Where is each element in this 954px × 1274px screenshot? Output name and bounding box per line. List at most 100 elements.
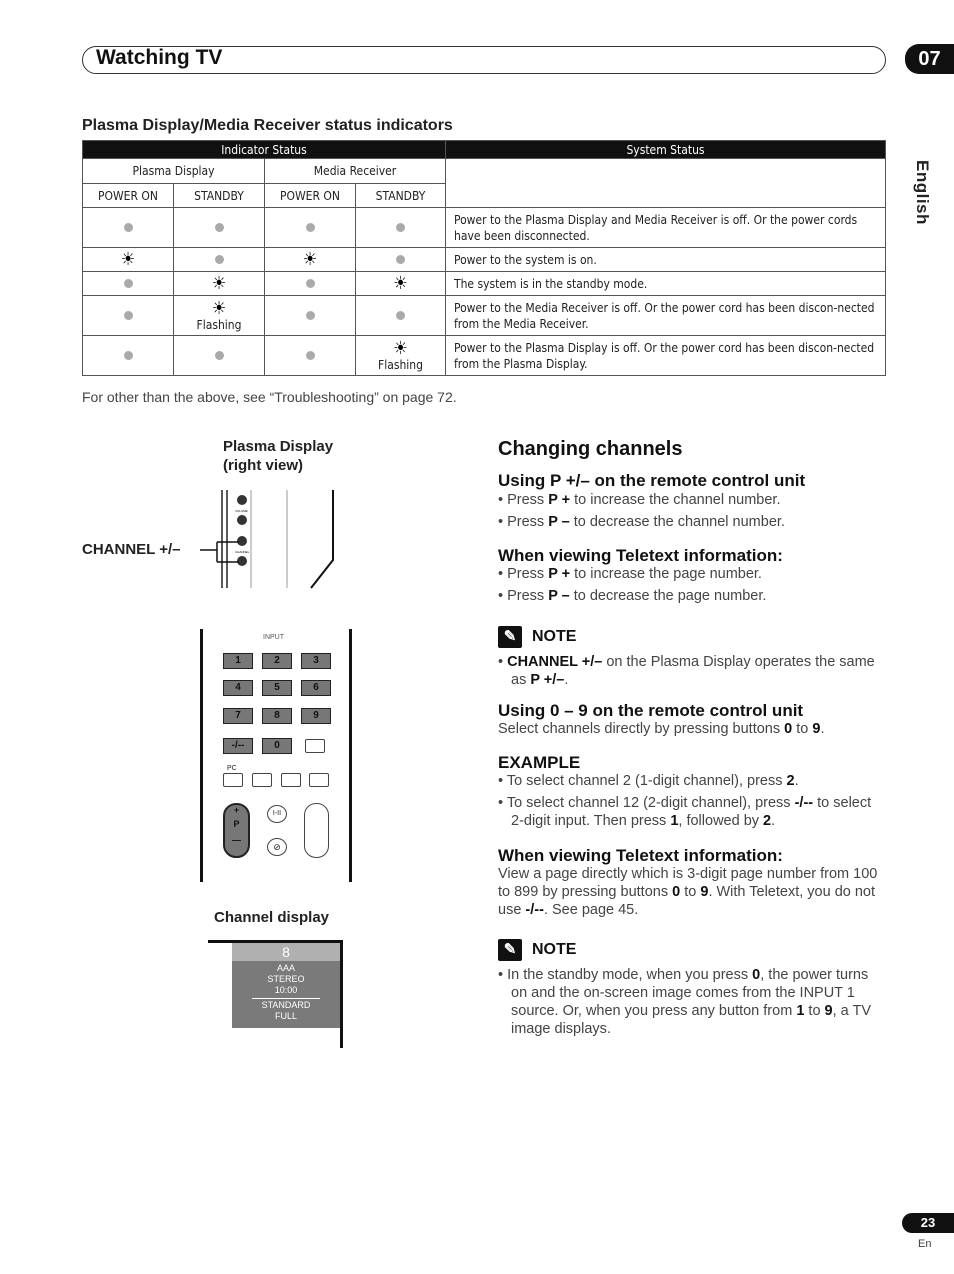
note-item: • CHANNEL +/– on the Plasma Display oper… (498, 654, 875, 688)
plasma-sublabel: (right view) (223, 457, 304, 474)
indicator-cell (355, 207, 446, 248)
channel-label: CHANNEL +/– (82, 541, 181, 558)
section-teletext: When viewing Teletext information: • Pre… (498, 547, 888, 605)
plasma-label: Plasma Display (223, 438, 334, 455)
minus-label: — (232, 835, 241, 845)
section-title: Changing channels (498, 438, 683, 460)
page-title: Watching TV (96, 46, 223, 69)
osd-size: FULL (274, 1011, 297, 1021)
remote-key-button[interactable]: 2 (262, 653, 292, 669)
osd-name: AAA (276, 963, 295, 973)
remote-key-button[interactable]: 5 (262, 680, 292, 696)
remote-key-button[interactable]: 9 (301, 708, 331, 724)
table-footnote: For other than the above, see “Troublesh… (82, 389, 457, 405)
freeze-button[interactable] (252, 773, 272, 787)
indicator-cell (264, 271, 356, 296)
group-receiver: Media Receiver (264, 158, 446, 184)
list-item: • Press P – to decrease the channel numb… (498, 514, 785, 530)
indicator-cell (173, 335, 265, 376)
dual-sound-button[interactable]: I-II (267, 805, 287, 823)
remote-key-button[interactable]: -/-- (223, 738, 253, 754)
note-item: • In the standby mode, when you press 0,… (498, 967, 872, 1037)
indicator-cell (82, 271, 174, 296)
volume-text: VOLUME (235, 509, 248, 513)
plasma-side-illustration: VOLUME CHANNEL (200, 490, 334, 589)
indicator-lit-icon: ☀ (211, 272, 227, 294)
remote-key-button[interactable]: 7 (223, 708, 253, 724)
table-row: ☀ ☀ The system is in the standby mode. (82, 271, 886, 296)
system-status-cell: The system is in the standby mode. (445, 271, 886, 296)
indicator-cell: ☀ (355, 271, 446, 296)
empty-cell (445, 158, 886, 208)
size-button[interactable] (309, 773, 329, 787)
remote-control-illustration: INPUT 1 2 3 4 5 6 7 8 9 -/-- 0 PC + P — I-II ⊘ (200, 629, 352, 882)
note-heading-2: ✎ NOTE (498, 939, 576, 961)
remote-key-button[interactable]: 3 (301, 653, 331, 669)
indicator-cell: ☀ (173, 271, 265, 296)
page-number: 23 (902, 1213, 954, 1233)
group-plasma: Plasma Display (82, 158, 265, 184)
plus-label: + (233, 805, 240, 815)
subheader: POWER ON (82, 183, 174, 208)
section-example: EXAMPLE • To select channel 2 (1-digit c… (498, 754, 888, 830)
p-label: P (233, 819, 240, 829)
subheader: STANDBY (173, 183, 265, 208)
mute-button[interactable]: ⊘ (267, 838, 287, 856)
remote-key-button[interactable]: 0 (262, 738, 292, 754)
split-button[interactable] (281, 773, 301, 787)
indicator-cell: ☀ Flashing (173, 295, 265, 336)
remote-key-button[interactable]: 4 (223, 680, 253, 696)
indicator-cell (264, 335, 356, 376)
channel-display-label: Channel display (214, 909, 330, 926)
system-status-cell: Power to the Media Receiver is off. Or t… (445, 295, 886, 336)
indicator-cell (82, 207, 174, 248)
indicator-off-icon (305, 350, 315, 360)
indicator-lit-icon: ☀ (393, 337, 408, 359)
p-channel-rocker[interactable]: + P — (223, 803, 250, 858)
remote-key-button[interactable]: 1 (223, 653, 253, 669)
indicator-lit-icon: ☀ (120, 248, 136, 270)
indicator-cell (355, 295, 446, 336)
pc-label: PC (227, 765, 237, 772)
indicator-cell (264, 207, 356, 248)
indicator-off-icon (396, 310, 405, 320)
remote-key-button[interactable]: 8 (262, 708, 292, 724)
chapter-badge: 07 (905, 44, 954, 74)
indicator-off-icon (123, 278, 133, 288)
indicator-off-icon (396, 254, 405, 264)
subheading: When viewing Teletext information: (498, 546, 783, 565)
indicator-cell: ☀ Flashing (355, 335, 446, 376)
table-row: Power to the Plasma Display and Media Re… (82, 207, 886, 248)
indicator-lit-icon: ☀ (302, 248, 318, 270)
volume-rocker[interactable] (304, 803, 329, 858)
section-digits: Using 0 – 9 on the remote control unit S… (498, 702, 888, 738)
indicator-cell (355, 247, 446, 272)
table-row: ☀ ☀ Power to the system is on. (82, 247, 886, 272)
info-button[interactable] (305, 739, 325, 753)
remote-key-button[interactable]: 6 (301, 680, 331, 696)
note-heading: ✎ NOTE (498, 626, 576, 648)
pc-button[interactable] (223, 773, 243, 787)
indicator-cell: ☀ (82, 247, 174, 272)
list-item: • To select channel 12 (2-digit channel)… (498, 795, 872, 829)
list-item: • Press P – to decrease the page number. (498, 588, 767, 604)
indicator-off-icon (123, 350, 133, 360)
osd-time: 10:00 (252, 985, 320, 999)
indicator-off-icon (214, 222, 224, 232)
subheading: EXAMPLE (498, 753, 581, 772)
indicator-off-icon (214, 350, 224, 360)
list-item: • Press P + to increase the channel numb… (498, 492, 781, 508)
indicator-lit-icon: ☀ (393, 272, 408, 294)
screen-right-edge (340, 940, 343, 1048)
indicator-off-icon (396, 222, 405, 232)
input-label: INPUT (263, 634, 284, 641)
status-table: Indicator Status System Status Plasma Dis… (82, 140, 886, 376)
table-row: ☀ Flashing Power to the Media Receiver is … (82, 295, 886, 336)
indicator-cell: ☀ (264, 247, 356, 272)
osd-channel: 8 (232, 943, 340, 961)
indicator-cell (264, 295, 356, 336)
indicator-cell (82, 295, 174, 336)
system-status-cell: Power to the Plasma Display is off. Or t… (445, 335, 886, 376)
indicator-off-icon (123, 310, 133, 320)
indicator-off-icon (214, 254, 224, 264)
